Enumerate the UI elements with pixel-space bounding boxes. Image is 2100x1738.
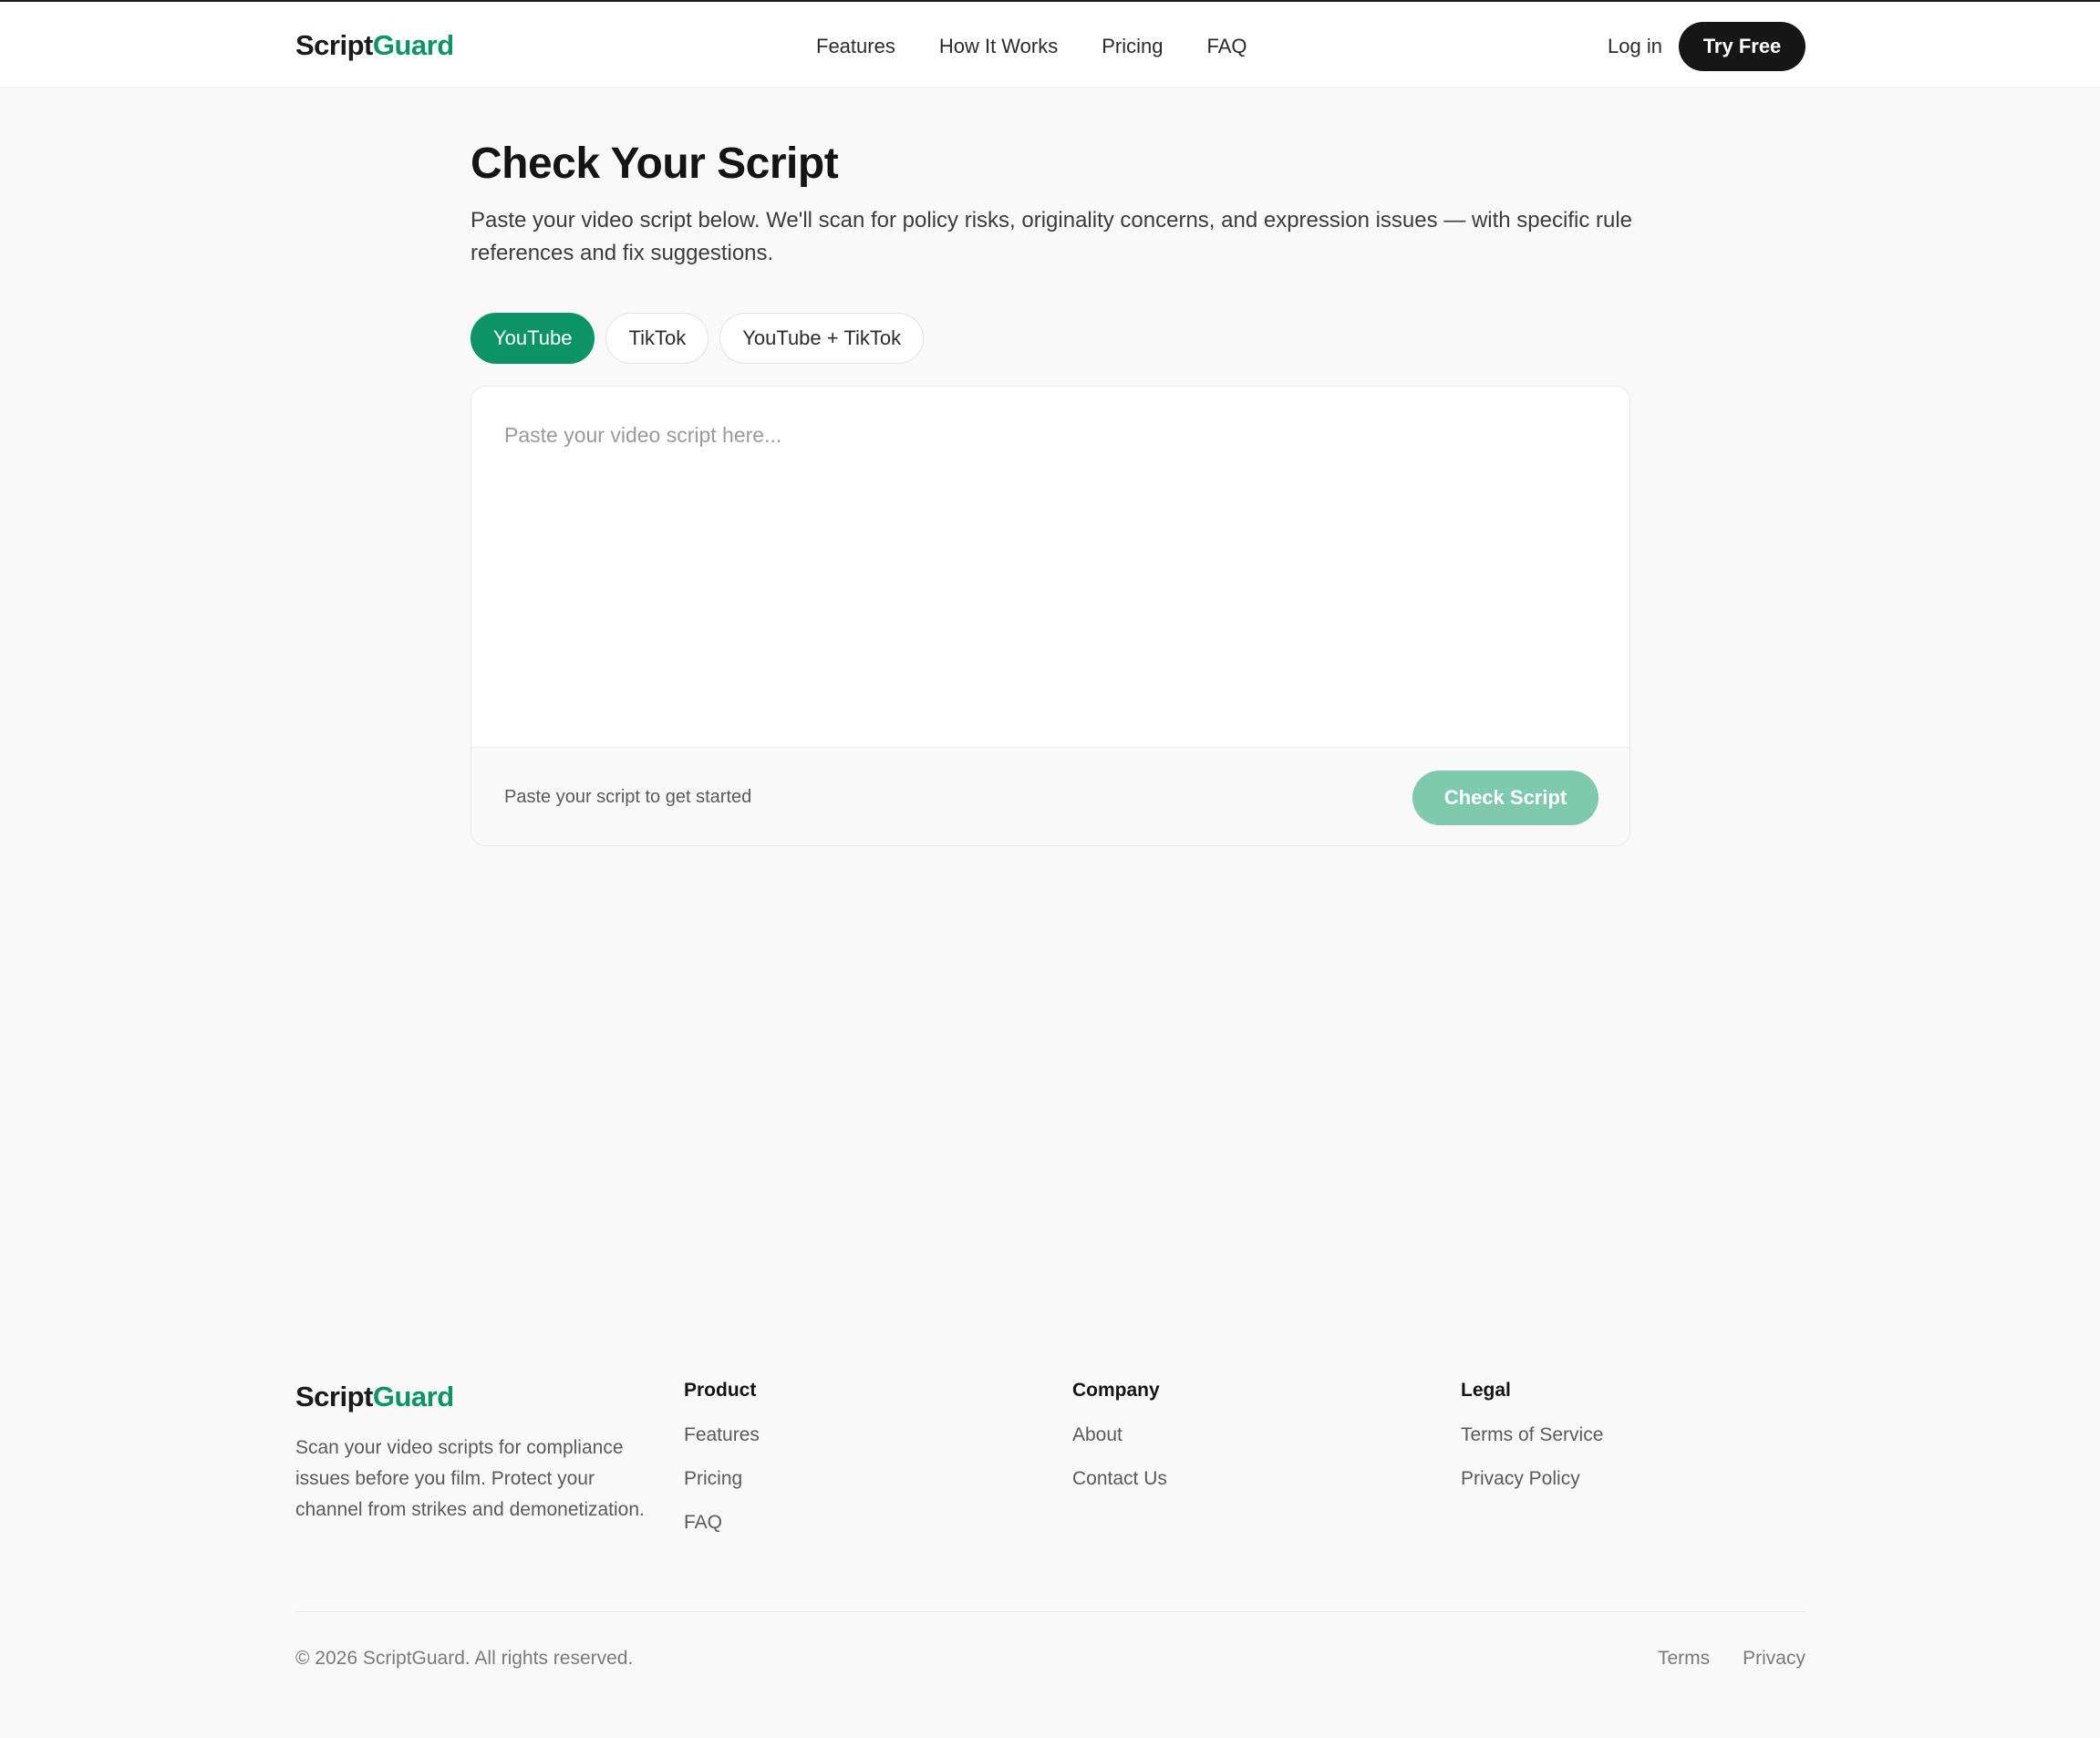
brand-name-part2: Guard bbox=[372, 29, 454, 61]
brand-name-part1: Script bbox=[295, 29, 373, 61]
platform-tab-youtube-tiktok[interactable]: YouTube + TikTok bbox=[719, 313, 925, 364]
nav-link-faq[interactable]: FAQ bbox=[1206, 35, 1247, 58]
footer-bottom-link-privacy[interactable]: Privacy bbox=[1743, 1648, 1805, 1670]
footer-column-company: Company About Contact Us bbox=[1072, 1380, 1167, 1512]
footer-link-terms-of-service[interactable]: Terms of Service bbox=[1461, 1424, 1603, 1445]
page-subtitle: Paste your video script below. We'll sca… bbox=[471, 208, 1633, 265]
platform-tab-youtube[interactable]: YouTube bbox=[471, 313, 595, 364]
footer-link-contact-us[interactable]: Contact Us bbox=[1072, 1468, 1167, 1489]
nav-link-features[interactable]: Features bbox=[816, 35, 895, 58]
footer-link-pricing[interactable]: Pricing bbox=[684, 1468, 742, 1489]
top-nav: Features How It Works Pricing FAQ bbox=[816, 35, 1247, 58]
footer-column-legal: Legal Terms of Service Privacy Policy bbox=[1461, 1380, 1603, 1512]
footer-brand-name-part2: Guard bbox=[372, 1381, 454, 1412]
footer-column-product: Product Features Pricing FAQ bbox=[684, 1380, 760, 1556]
site-header: ScriptGuard Features How It Works Pricin… bbox=[0, 0, 2100, 88]
footer-link-faq[interactable]: FAQ bbox=[684, 1512, 722, 1533]
platform-tabs: YouTube TikTok YouTube + TikTok bbox=[471, 313, 925, 364]
footer-divider bbox=[295, 1611, 1805, 1612]
footer-column-heading: Company bbox=[1072, 1380, 1160, 1401]
login-link[interactable]: Log in bbox=[1608, 35, 1662, 58]
copyright-text: © 2026 ScriptGuard. All rights reserved. bbox=[295, 1648, 634, 1669]
footer-column-heading: Product bbox=[684, 1380, 757, 1401]
platform-tab-tiktok[interactable]: TikTok bbox=[605, 313, 709, 364]
script-editor-card: Paste your script to get started Check S… bbox=[471, 386, 1630, 846]
try-free-button[interactable]: Try Free bbox=[1679, 22, 1805, 71]
page-title: Check Your Script bbox=[471, 140, 839, 188]
footer-brand-name-part1: Script bbox=[295, 1381, 373, 1412]
footer-bottom-link-terms[interactable]: Terms bbox=[1658, 1648, 1710, 1670]
footer-link-about[interactable]: About bbox=[1072, 1424, 1122, 1445]
footer-link-features[interactable]: Features bbox=[684, 1424, 760, 1445]
script-input[interactable] bbox=[471, 387, 1629, 747]
nav-link-how-it-works[interactable]: How It Works bbox=[939, 35, 1058, 58]
nav-link-pricing[interactable]: Pricing bbox=[1102, 35, 1163, 58]
footer-brand-logo[interactable]: ScriptGuard bbox=[295, 1381, 454, 1413]
editor-footer: Paste your script to get started Check S… bbox=[471, 747, 1629, 845]
footer-link-privacy-policy[interactable]: Privacy Policy bbox=[1461, 1468, 1580, 1489]
footer-bottom-links: Terms Privacy bbox=[1658, 1648, 1805, 1670]
editor-hint: Paste your script to get started bbox=[504, 787, 752, 807]
check-script-button[interactable]: Check Script bbox=[1412, 771, 1598, 825]
brand-logo[interactable]: ScriptGuard bbox=[295, 29, 454, 62]
footer-column-heading: Legal bbox=[1461, 1380, 1511, 1401]
footer-tagline: Scan your video scripts for compliance i… bbox=[295, 1437, 645, 1520]
